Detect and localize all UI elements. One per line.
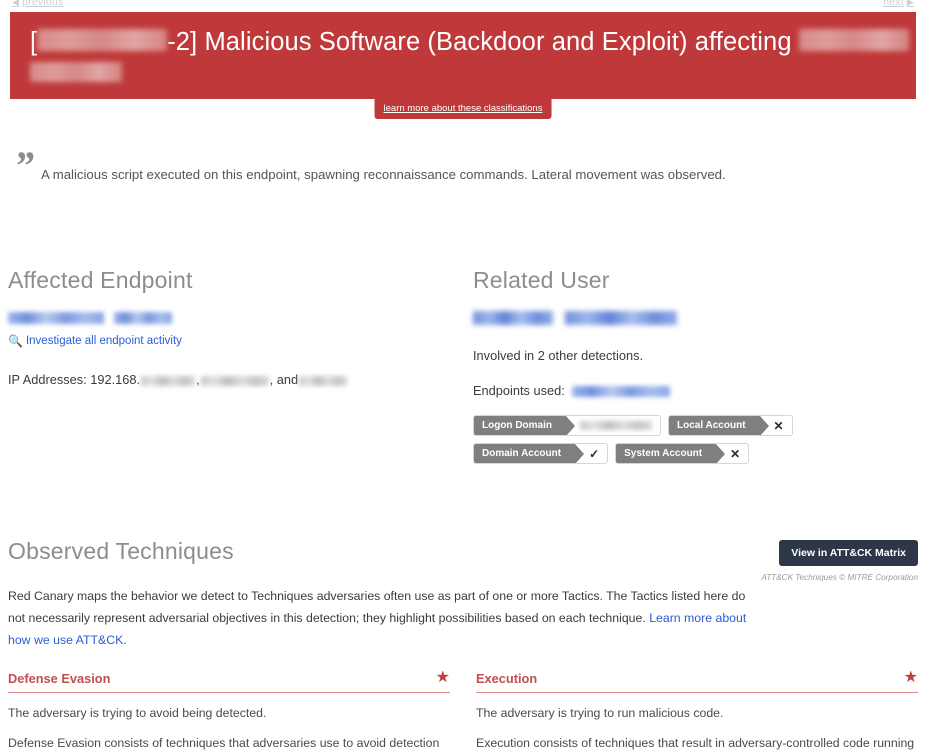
endpoint-hostname[interactable] [8, 309, 458, 327]
chevron-left-icon: ◀ [12, 0, 20, 7]
redacted-username-b [565, 311, 678, 326]
affected-endpoint-section: Affected Endpoint 🔍 Investigate all endp… [8, 267, 458, 387]
chip-domain-account-label: Domain Account [474, 444, 585, 464]
redacted-endpoint-hostname-b [114, 312, 173, 325]
redacted-username-a [473, 311, 553, 326]
observed-techniques-title: Observed Techniques [8, 538, 234, 564]
redacted-endpoints-used [572, 386, 671, 398]
affected-endpoint-title: Affected Endpoint [8, 267, 193, 293]
chip-domain-account[interactable]: Domain Account ✓ [473, 443, 609, 465]
previous-detection-link[interactable]: ◀ previous [12, 0, 63, 8]
observed-techniques-body-text: Red Canary maps the behavior we detect t… [8, 589, 746, 625]
detection-detail-page: ◀ previous next ▶ [ -2] Malicious Softwar… [0, 0, 926, 750]
observed-techniques-section: Observed Techniques View in ATT&CK Matri… [8, 538, 918, 652]
redacted-logon-domain [580, 421, 652, 431]
quote-mark-icon: ” [14, 143, 34, 188]
redacted-detection-id [37, 29, 168, 51]
redacted-endpoint-hostname-a [8, 312, 104, 325]
chip-logon-domain-label: Logon Domain [474, 416, 575, 436]
chip-logon-domain[interactable]: Logon Domain [473, 415, 661, 437]
redacted-affected-asset-1 [798, 29, 909, 51]
learn-more-classifications-link[interactable]: learn more about these classifications [374, 99, 552, 119]
ip-separator-2: , and [269, 372, 299, 388]
tactic-header-defense-evasion: Defense Evasion ★ [8, 670, 450, 693]
tactic-name-defense-evasion[interactable]: Defense Evasion [8, 671, 110, 686]
pagination-nav: ◀ previous next ▶ [0, 0, 926, 10]
previous-label: previous [22, 0, 64, 8]
attck-credit-text: ATT&CK Techniques © MITRE Corporation [761, 573, 918, 582]
quote-text: A malicious script executed on this endp… [41, 167, 726, 182]
related-user-section: Related User Involved in 2 other detecti… [473, 267, 923, 465]
redacted-affected-asset-2 [30, 62, 122, 82]
user-involved-count: Involved in 2 other detections. [473, 348, 644, 364]
redacted-ip-2 [200, 375, 269, 386]
tactic-cards: Defense Evasion ★ The adversary is tryin… [8, 670, 918, 750]
chip-logon-domain-value [566, 416, 660, 435]
observed-techniques-description: Red Canary maps the behavior we detect t… [8, 586, 760, 652]
related-username[interactable] [473, 309, 923, 327]
view-attck-matrix-button[interactable]: View in ATT&CK Matrix [779, 540, 918, 566]
investigate-endpoint-activity-label: Investigate all endpoint activity [25, 335, 182, 348]
star-icon-2: ★ [903, 669, 918, 686]
observed-techniques-header: Observed Techniques View in ATT&CK Matri… [8, 538, 918, 582]
chip-system-account[interactable]: System Account ✕ [615, 443, 750, 465]
tactic-description-defense-evasion: Defense Evasion consists of techniques t… [8, 736, 440, 750]
chip-system-account-label: System Account [616, 444, 726, 464]
chevron-right-icon: ▶ [906, 0, 914, 7]
tactic-card-execution: Execution ★ The adversary is trying to r… [476, 670, 918, 750]
redacted-ip-3 [299, 375, 348, 386]
tactic-subtitle-defense-evasion: The adversary is trying to avoid being d… [8, 706, 267, 720]
redacted-ip-1 [141, 375, 196, 386]
tactic-description-execution: Execution consists of techniques that re… [476, 736, 915, 750]
search-icon: 🔍 [8, 334, 23, 349]
detection-id-suffix: -2] [167, 28, 198, 56]
tactic-card-defense-evasion: Defense Evasion ★ The adversary is tryin… [8, 670, 450, 750]
ip-addresses-label: IP Addresses: 192.168. [8, 372, 141, 388]
tactic-subtitle-execution: The adversary is trying to run malicious… [476, 706, 724, 720]
banner-title-line-1: [ -2] Malicious Software (Backdoor and Ex… [30, 26, 909, 59]
ip-addresses-row: IP Addresses: 192.168., , and [8, 372, 458, 387]
endpoints-used-label: Endpoints used: [473, 383, 565, 399]
ip-separator-1: , [196, 372, 200, 388]
chip-local-account-label: Local Account [669, 416, 769, 436]
tactic-header-execution: Execution ★ [476, 670, 918, 693]
chip-local-account[interactable]: Local Account ✕ [668, 415, 793, 437]
investigate-endpoint-activity-link[interactable]: 🔍 Investigate all endpoint activity [8, 334, 182, 348]
banner-title-line-2 [30, 57, 898, 90]
next-detection-link[interactable]: next ▶ [883, 0, 914, 8]
next-label: next [883, 0, 904, 8]
endpoints-used-row: Endpoints used: [473, 383, 923, 398]
attck-matrix-area: View in ATT&CK Matrix ATT&CK Techniques … [761, 538, 918, 582]
detection-title-banner: [ -2] Malicious Software (Backdoor and Ex… [10, 12, 916, 99]
account-attribute-chips: Logon Domain Local Account ✕ Domain Acco… [473, 415, 853, 465]
star-icon: ★ [435, 669, 450, 686]
related-user-title: Related User [473, 267, 610, 293]
bracket-open: [ [30, 28, 38, 56]
tactic-name-execution[interactable]: Execution [476, 671, 537, 686]
banner-title-text: Malicious Software (Backdoor and Exploit… [204, 28, 792, 56]
detection-summary-quote: ” A malicious script executed on this en… [14, 143, 886, 188]
